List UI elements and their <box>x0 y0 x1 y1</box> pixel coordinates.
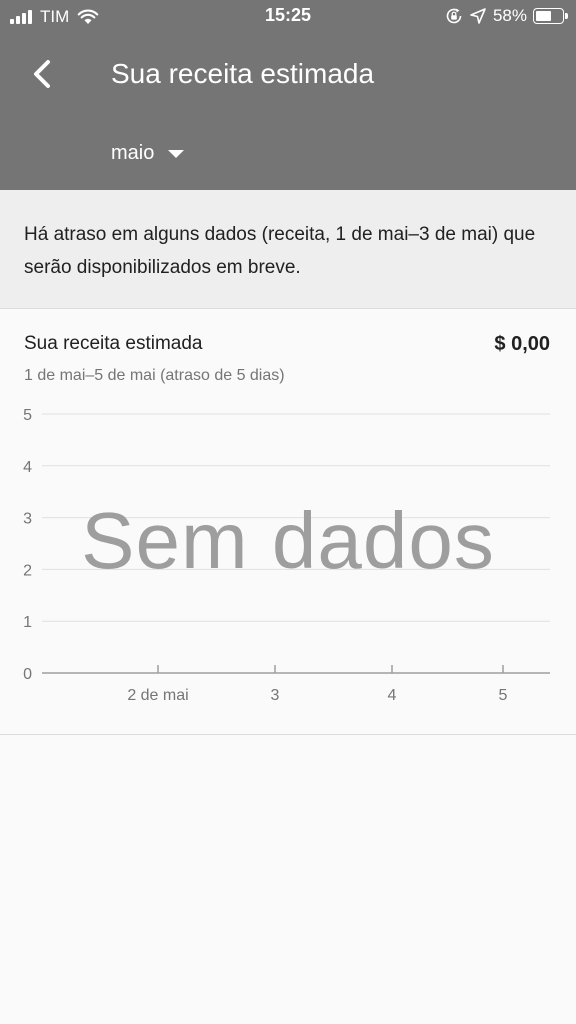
battery-icon <box>533 8 568 24</box>
y-tick-label: 5 <box>23 407 32 424</box>
location-arrow-icon <box>470 8 486 24</box>
month-dropdown-label: maio <box>111 142 155 164</box>
battery-cap <box>565 13 568 19</box>
app-header: Sua receita estimada maio <box>0 34 576 190</box>
month-dropdown[interactable]: maio <box>111 142 185 165</box>
revenue-card: Sua receita estimada $ 0,00 1 de mai–5 d… <box>0 309 576 735</box>
x-tick-label: 4 <box>388 687 397 704</box>
status-right: 58% <box>445 5 568 27</box>
battery-percent: 58% <box>492 6 527 25</box>
no-data-message: Sem dados <box>81 496 495 585</box>
chevron-left-icon <box>34 60 50 88</box>
x-tick-label: 5 <box>499 687 508 704</box>
page-title: Sua receita estimada <box>111 58 375 89</box>
back-button[interactable] <box>26 54 62 94</box>
y-tick-label: 0 <box>23 666 32 683</box>
caret-down-icon <box>168 149 185 158</box>
battery-fill <box>536 11 551 21</box>
y-tick-label: 4 <box>23 459 32 476</box>
rotation-lock-icon <box>446 8 462 24</box>
x-tick-label: 2 de mai <box>127 687 188 704</box>
app-screen: TIM 15:25 58% Sua receita estimada maio … <box>0 0 576 1024</box>
x-tick-label: 3 <box>271 687 280 704</box>
y-tick-label: 1 <box>23 614 32 631</box>
status-bar: TIM 15:25 58% <box>0 0 576 34</box>
delay-notice: Há atraso em alguns dados (receita, 1 de… <box>0 190 576 309</box>
